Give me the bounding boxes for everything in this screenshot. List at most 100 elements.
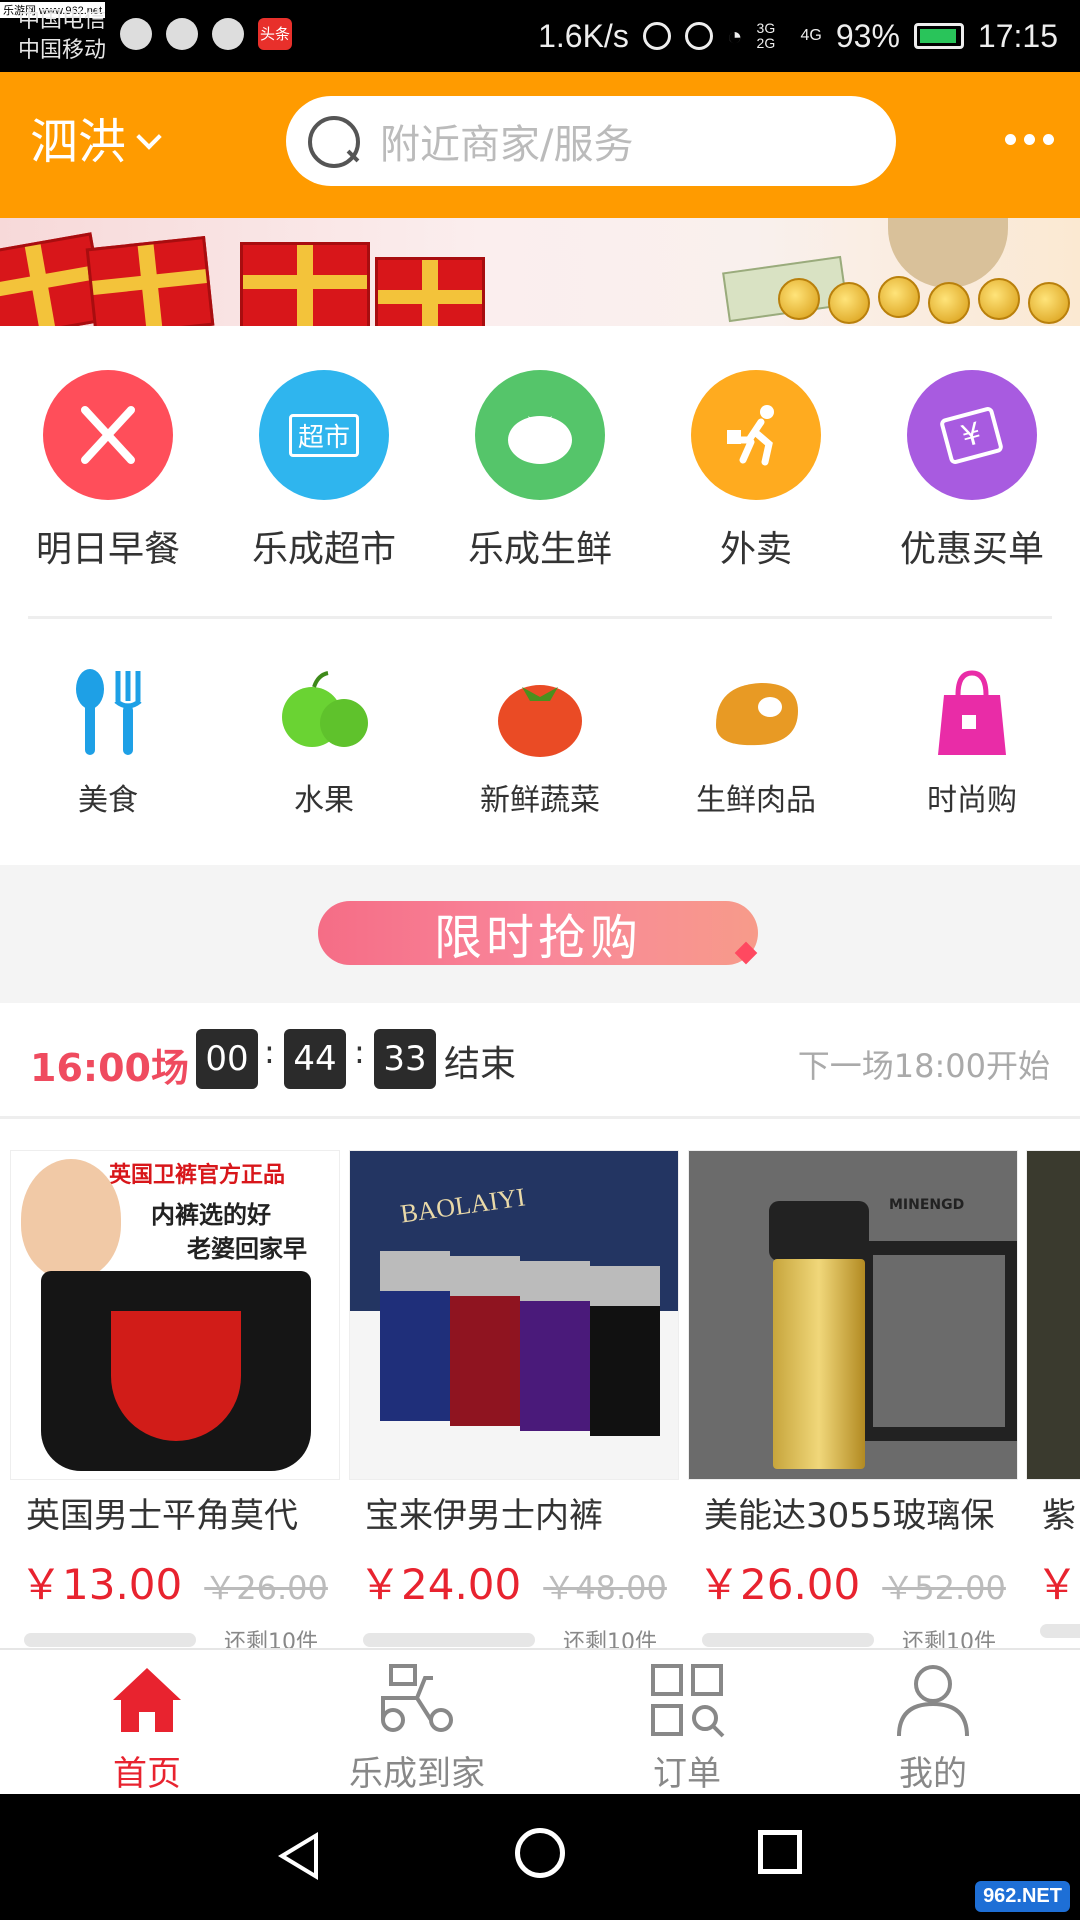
category-breakfast[interactable]: 明日早餐 bbox=[8, 370, 208, 572]
runner-icon bbox=[691, 370, 821, 500]
tab-profile[interactable]: 我的 bbox=[823, 1662, 1043, 1795]
coin-image bbox=[928, 282, 970, 324]
coin-image bbox=[878, 276, 920, 318]
shopping-bag-icon bbox=[922, 665, 1022, 761]
product-prices: ￥13.00 ￥26.00 bbox=[10, 1551, 340, 1612]
subcat-label: 美食 bbox=[78, 783, 138, 818]
timer-end-label: 结束 bbox=[444, 1044, 517, 1085]
net-speed: 1.6K/s bbox=[538, 17, 629, 54]
wifi-icon: ◔ bbox=[726, 20, 743, 51]
gift-box-image bbox=[85, 235, 215, 326]
product-image: BAOLAIYI bbox=[349, 1150, 679, 1480]
subcat-food[interactable]: 美食 bbox=[8, 665, 208, 819]
product-card[interactable]: 紫 ￥8 bbox=[1026, 1150, 1080, 1638]
coupon-ticket-icon: ¥ bbox=[907, 370, 1037, 500]
product-card[interactable]: MINENGD 美能达3055玻璃保 ￥26.00 ￥52.00 还剩10件 bbox=[688, 1150, 1018, 1648]
cart-text: 超市 bbox=[288, 413, 359, 457]
product-item-image bbox=[450, 1256, 520, 1426]
steak-icon bbox=[706, 665, 806, 761]
underwear-pouch-image bbox=[111, 1311, 241, 1441]
profile-icon bbox=[893, 1662, 973, 1738]
status-right: 1.6K/s ◔ 3G 2G 4G 93% 17:15 bbox=[538, 0, 1058, 72]
tab-orders[interactable]: 订单 bbox=[577, 1662, 797, 1795]
category-coupon-pay[interactable]: ¥ 优惠买单 bbox=[872, 370, 1072, 572]
app-screen: 乐游网 www.962.net 中国电信 中国移动 头条 1.6K/s ◔ 3G… bbox=[0, 0, 1080, 1920]
toutiao-icon: 头条 bbox=[258, 18, 292, 50]
back-icon[interactable] bbox=[278, 1832, 318, 1880]
tab-label: 乐成到家 bbox=[349, 1754, 485, 1794]
timer-seconds: 33 bbox=[374, 1029, 436, 1089]
promo-banner[interactable] bbox=[0, 218, 1080, 326]
more-menu-button[interactable] bbox=[1005, 134, 1054, 145]
product-stock: 还剩10件 bbox=[10, 1624, 340, 1648]
product-price: ￥13.00 bbox=[20, 1560, 183, 1609]
product-stock: 还剩10件 bbox=[688, 1624, 1018, 1648]
home-circle-icon[interactable] bbox=[515, 1828, 565, 1878]
home-icon bbox=[107, 1662, 187, 1738]
gift-box-image bbox=[375, 257, 485, 326]
bottom-tab-bar: 首页 乐成到家 订单 我的 bbox=[0, 1648, 1080, 1794]
tomato-icon bbox=[490, 665, 590, 761]
wechat-icon bbox=[166, 18, 198, 50]
system-nav-bar: 962.NET bbox=[0, 1794, 1080, 1920]
product-ad-line: 内裤选的好 bbox=[151, 1201, 271, 1229]
tab-delivery[interactable]: 乐成到家 bbox=[307, 1662, 527, 1795]
product-original-price: ￥48.00 bbox=[543, 1569, 667, 1607]
subcat-label: 生鲜肉品 bbox=[696, 783, 816, 818]
product-card[interactable]: 英国卫裤官方正品 内裤选的好 老婆回家早 英国男士平角莫代 ￥13.00 ￥26… bbox=[10, 1150, 340, 1648]
category-label: 明日早餐 bbox=[35, 529, 180, 570]
chevron-down-icon bbox=[136, 124, 162, 150]
subcat-label: 时尚购 bbox=[927, 783, 1017, 818]
alarm-icon bbox=[684, 22, 713, 50]
product-name: 宝来伊男士内裤 bbox=[365, 1496, 603, 1536]
coin-image bbox=[1028, 282, 1070, 324]
product-item-image bbox=[380, 1251, 450, 1421]
sub-category-row: 美食 水果 新鲜蔬菜 生鲜肉品 时尚购 bbox=[0, 619, 1080, 865]
carrier-2: 中国移动 bbox=[18, 38, 107, 63]
product-item-image bbox=[590, 1266, 660, 1436]
top-header: 泗洪 附近商家/服务 bbox=[0, 72, 1080, 218]
city-name: 泗洪 bbox=[30, 114, 127, 170]
fork-knife-icon bbox=[43, 370, 173, 500]
product-prices: ￥24.00 ￥48.00 bbox=[349, 1551, 679, 1612]
category-fresh[interactable]: 乐成生鲜 bbox=[440, 370, 640, 572]
category-takeout[interactable]: 外卖 bbox=[656, 370, 856, 572]
product-name: 英国男士平角莫代 bbox=[26, 1496, 298, 1536]
apple-icon bbox=[274, 665, 374, 761]
coin-image bbox=[978, 278, 1020, 320]
stock-left: 还剩10件 bbox=[902, 1630, 996, 1648]
subcat-meat[interactable]: 生鲜肉品 bbox=[656, 665, 856, 819]
subcat-vegetables[interactable]: 新鲜蔬菜 bbox=[440, 665, 640, 819]
notification-icons: 头条 bbox=[120, 18, 292, 50]
category-label: 外卖 bbox=[719, 529, 792, 570]
product-card[interactable]: BAOLAIYI 宝来伊男士内裤 ￥24.00 ￥48.00 还剩10件 bbox=[349, 1150, 679, 1648]
carrier-labels: 中国电信 中国移动 bbox=[18, 6, 106, 66]
stock-progress-bar bbox=[1040, 1624, 1080, 1638]
subcat-fashion[interactable]: 时尚购 bbox=[872, 665, 1072, 819]
flash-sale-title: 限时抢购 bbox=[318, 901, 758, 966]
scooter-icon bbox=[377, 1662, 457, 1738]
battery-percent: 93% bbox=[835, 17, 900, 54]
product-stock: 还剩10件 bbox=[349, 1624, 679, 1648]
product-price: ￥26.00 bbox=[698, 1560, 861, 1609]
category-label: 乐成生鲜 bbox=[467, 529, 612, 570]
more-dot-icon bbox=[1005, 134, 1016, 145]
city-selector[interactable]: 泗洪 bbox=[30, 108, 162, 176]
next-session-label: 下一场18:00开始 bbox=[797, 1047, 1050, 1085]
subcat-label: 新鲜蔬菜 bbox=[480, 783, 600, 818]
tab-home[interactable]: 首页 bbox=[37, 1662, 257, 1795]
subcat-fruit[interactable]: 水果 bbox=[224, 665, 424, 819]
model-face-image bbox=[21, 1159, 121, 1279]
category-supermarket[interactable]: 超市 乐成超市 bbox=[224, 370, 424, 572]
recent-apps-icon[interactable] bbox=[758, 1830, 802, 1874]
flash-sale-products: 英国卫裤官方正品 内裤选的好 老婆回家早 英国男士平角莫代 ￥13.00 ￥26… bbox=[0, 1122, 1080, 1648]
product-stock bbox=[1026, 1624, 1080, 1638]
timer-minutes: 44 bbox=[284, 1029, 346, 1089]
product-ad-headline: 英国卫裤官方正品 bbox=[109, 1163, 286, 1188]
product-item-image bbox=[520, 1261, 590, 1431]
product-name: 美能达3055玻璃保 bbox=[704, 1496, 995, 1536]
timer-separator: : bbox=[354, 1033, 365, 1071]
stock-progress-bar bbox=[24, 1633, 196, 1647]
product-image: 英国卫裤官方正品 内裤选的好 老婆回家早 bbox=[10, 1150, 340, 1480]
search-bar[interactable]: 附近商家/服务 bbox=[286, 96, 896, 186]
